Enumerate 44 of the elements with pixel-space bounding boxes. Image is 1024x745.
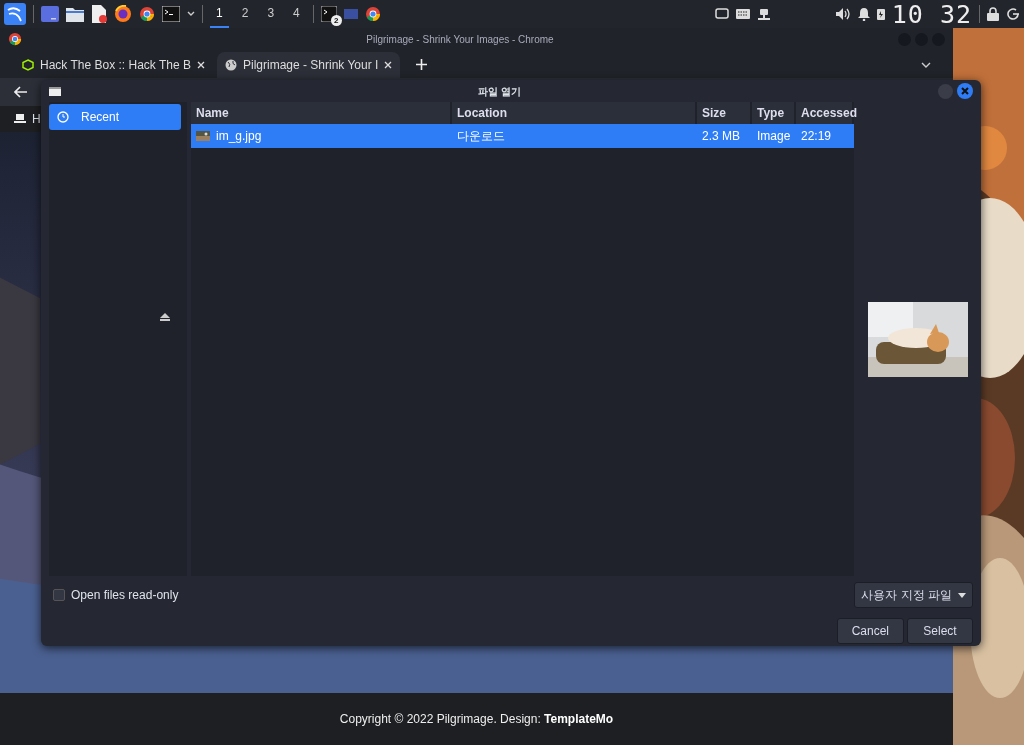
clock-icon xyxy=(57,111,69,123)
caret-icon[interactable] xyxy=(921,62,931,68)
window-icon xyxy=(49,86,61,96)
column-header[interactable]: Location xyxy=(452,102,697,124)
lock-icon[interactable] xyxy=(987,7,999,21)
logo-icon[interactable] xyxy=(4,3,26,25)
sidebar-item[interactable]: Recent xyxy=(49,104,181,130)
plus-icon[interactable] xyxy=(416,59,428,70)
caret-icon[interactable] xyxy=(187,11,195,17)
tab-title: Hack The Box :: Hack The B xyxy=(40,57,191,74)
workspace-button[interactable]: 2 xyxy=(235,0,255,28)
browser-icon[interactable] xyxy=(114,5,132,23)
column-header[interactable]: Type xyxy=(752,102,796,124)
keyboard-icon[interactable] xyxy=(735,8,750,20)
document-icon[interactable] xyxy=(91,5,107,23)
network-icon[interactable] xyxy=(756,7,771,21)
close-icon[interactable] xyxy=(196,61,205,69)
bell-icon[interactable] xyxy=(857,7,870,21)
window-title: Pilgrimage - Shrink Your Images - Chrome xyxy=(365,32,555,47)
volume-icon[interactable] xyxy=(834,7,851,21)
count-badge: 2 xyxy=(330,15,342,26)
dialog-title: 파일 열기 xyxy=(477,84,522,99)
clock: 10 32 xyxy=(891,1,972,27)
browser-icon xyxy=(8,32,22,46)
column-header[interactable]: Name xyxy=(191,102,452,124)
browser-icon[interactable] xyxy=(139,6,155,22)
browser-tab[interactable]: Hack The Box :: Hack The B xyxy=(14,52,213,78)
globe-icon xyxy=(224,59,237,71)
workspace-button[interactable]: 4 xyxy=(287,0,306,28)
browser-tab[interactable]: Pilgrimage - Shrink Your I xyxy=(216,52,401,78)
close-icon[interactable] xyxy=(384,61,393,69)
browser-icon[interactable] xyxy=(364,6,381,22)
display-icon[interactable] xyxy=(714,8,729,20)
battery-icon[interactable] xyxy=(876,8,885,20)
back-icon[interactable] xyxy=(14,86,28,98)
copyright-text: Copyright © 2022 Pilgrimage. Design: TemplateMo xyxy=(339,711,614,728)
terminal-icon[interactable] xyxy=(320,6,337,22)
nav-link[interactable]: H xyxy=(32,110,41,128)
folder-icon[interactable] xyxy=(66,6,84,22)
tab-title: Pilgrimage - Shrink Your I xyxy=(242,57,379,74)
cube-icon xyxy=(22,59,34,71)
laptop-icon xyxy=(14,114,26,124)
workspace-button[interactable]: 3 xyxy=(261,0,281,28)
column-header[interactable]: Size xyxy=(697,102,752,124)
